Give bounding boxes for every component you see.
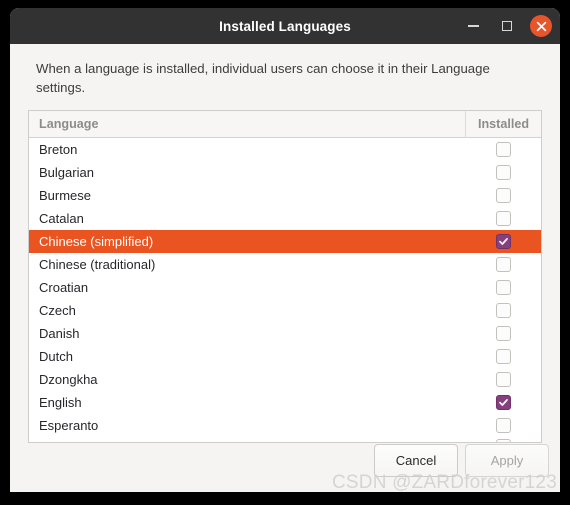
checkbox-checked[interactable] xyxy=(495,395,511,410)
installed-cell xyxy=(465,303,541,318)
table-row[interactable]: Danish xyxy=(29,322,541,345)
table-row[interactable]: Bulgarian xyxy=(29,161,541,184)
table-row[interactable]: Chinese (traditional) xyxy=(29,253,541,276)
installed-cell xyxy=(465,372,541,387)
checkbox-unchecked[interactable] xyxy=(495,349,511,364)
minimize-button[interactable] xyxy=(462,15,484,37)
language-name: Chinese (simplified) xyxy=(39,234,154,249)
check-icon xyxy=(498,399,508,406)
maximize-icon xyxy=(502,21,512,31)
table-row[interactable]: Catalan xyxy=(29,207,541,230)
checkbox-unchecked[interactable] xyxy=(495,211,511,226)
language-name: Czech xyxy=(39,303,76,318)
list-header: Language Installed xyxy=(29,111,541,138)
close-button[interactable] xyxy=(530,15,552,37)
checkbox-unchecked[interactable] xyxy=(495,142,511,157)
language-name: Breton xyxy=(39,142,78,157)
close-icon xyxy=(536,21,546,31)
installed-cell xyxy=(465,188,541,203)
checkbox-unchecked[interactable] xyxy=(495,303,511,318)
minimize-icon xyxy=(467,25,479,27)
table-row[interactable]: Esperanto xyxy=(29,414,541,437)
title-bar[interactable]: Installed Languages xyxy=(10,8,560,44)
language-list[interactable]: Language Installed Breton Bulgarian Burmes… xyxy=(28,110,542,443)
language-name: Bulgarian xyxy=(39,165,94,180)
language-name: English xyxy=(39,395,82,410)
checkbox-unchecked[interactable] xyxy=(495,418,511,433)
installed-cell xyxy=(465,326,541,341)
maximize-button[interactable] xyxy=(496,15,518,37)
checkbox-unchecked[interactable] xyxy=(495,257,511,272)
language-name: Esperanto xyxy=(39,418,99,433)
installed-cell xyxy=(465,257,541,272)
dialog-body: When a language is installed, individual… xyxy=(10,44,560,492)
column-header-language[interactable]: Language xyxy=(29,111,465,137)
cancel-button[interactable]: Cancel xyxy=(374,444,458,477)
list-rows: Breton Bulgarian Burmese Catalan Chinese (si… xyxy=(29,138,541,442)
table-row[interactable]: Breton xyxy=(29,138,541,161)
installed-cell xyxy=(465,142,541,157)
table-row[interactable]: Dzongkha xyxy=(29,368,541,391)
checkbox-unchecked[interactable] xyxy=(495,165,511,180)
description-text: When a language is installed, individual… xyxy=(36,61,490,95)
language-name: Burmese xyxy=(39,188,92,203)
table-row[interactable]: English xyxy=(29,391,541,414)
checkbox-unchecked[interactable] xyxy=(495,326,511,341)
installed-cell xyxy=(465,349,541,364)
window-title: Installed Languages xyxy=(219,18,351,34)
check-icon xyxy=(498,238,508,245)
dialog-actions: Cancel Apply xyxy=(374,444,549,477)
language-name: Croatian xyxy=(39,280,89,295)
language-name: Dutch xyxy=(39,349,73,364)
checkbox-unchecked[interactable] xyxy=(495,280,511,295)
checkbox-checked[interactable] xyxy=(495,234,511,249)
installed-cell xyxy=(465,395,541,410)
table-row[interactable]: Dutch xyxy=(29,345,541,368)
table-row[interactable]: Czech xyxy=(29,299,541,322)
installed-cell xyxy=(465,165,541,180)
language-name: Catalan xyxy=(39,211,84,226)
installed-cell xyxy=(465,234,541,249)
table-row[interactable]: Chinese (simplified) xyxy=(29,230,541,253)
installed-cell xyxy=(465,418,541,433)
checkbox-unchecked[interactable] xyxy=(495,439,511,442)
installed-cell xyxy=(465,211,541,226)
table-row[interactable] xyxy=(29,437,541,442)
window-controls xyxy=(462,8,552,44)
column-header-installed[interactable]: Installed xyxy=(465,111,541,137)
installed-languages-dialog: Installed Languages When a language is i… xyxy=(10,8,560,492)
screen: Installed Languages When a language is i… xyxy=(0,0,570,505)
language-name: Chinese (traditional) xyxy=(39,257,156,272)
checkbox-unchecked[interactable] xyxy=(495,372,511,387)
language-name: Danish xyxy=(39,326,80,341)
table-row[interactable]: Burmese xyxy=(29,184,541,207)
language-name: Dzongkha xyxy=(39,372,98,387)
checkbox-unchecked[interactable] xyxy=(495,188,511,203)
table-row[interactable]: Croatian xyxy=(29,276,541,299)
installed-cell xyxy=(465,437,541,442)
apply-button[interactable]: Apply xyxy=(465,444,549,477)
installed-cell xyxy=(465,280,541,295)
